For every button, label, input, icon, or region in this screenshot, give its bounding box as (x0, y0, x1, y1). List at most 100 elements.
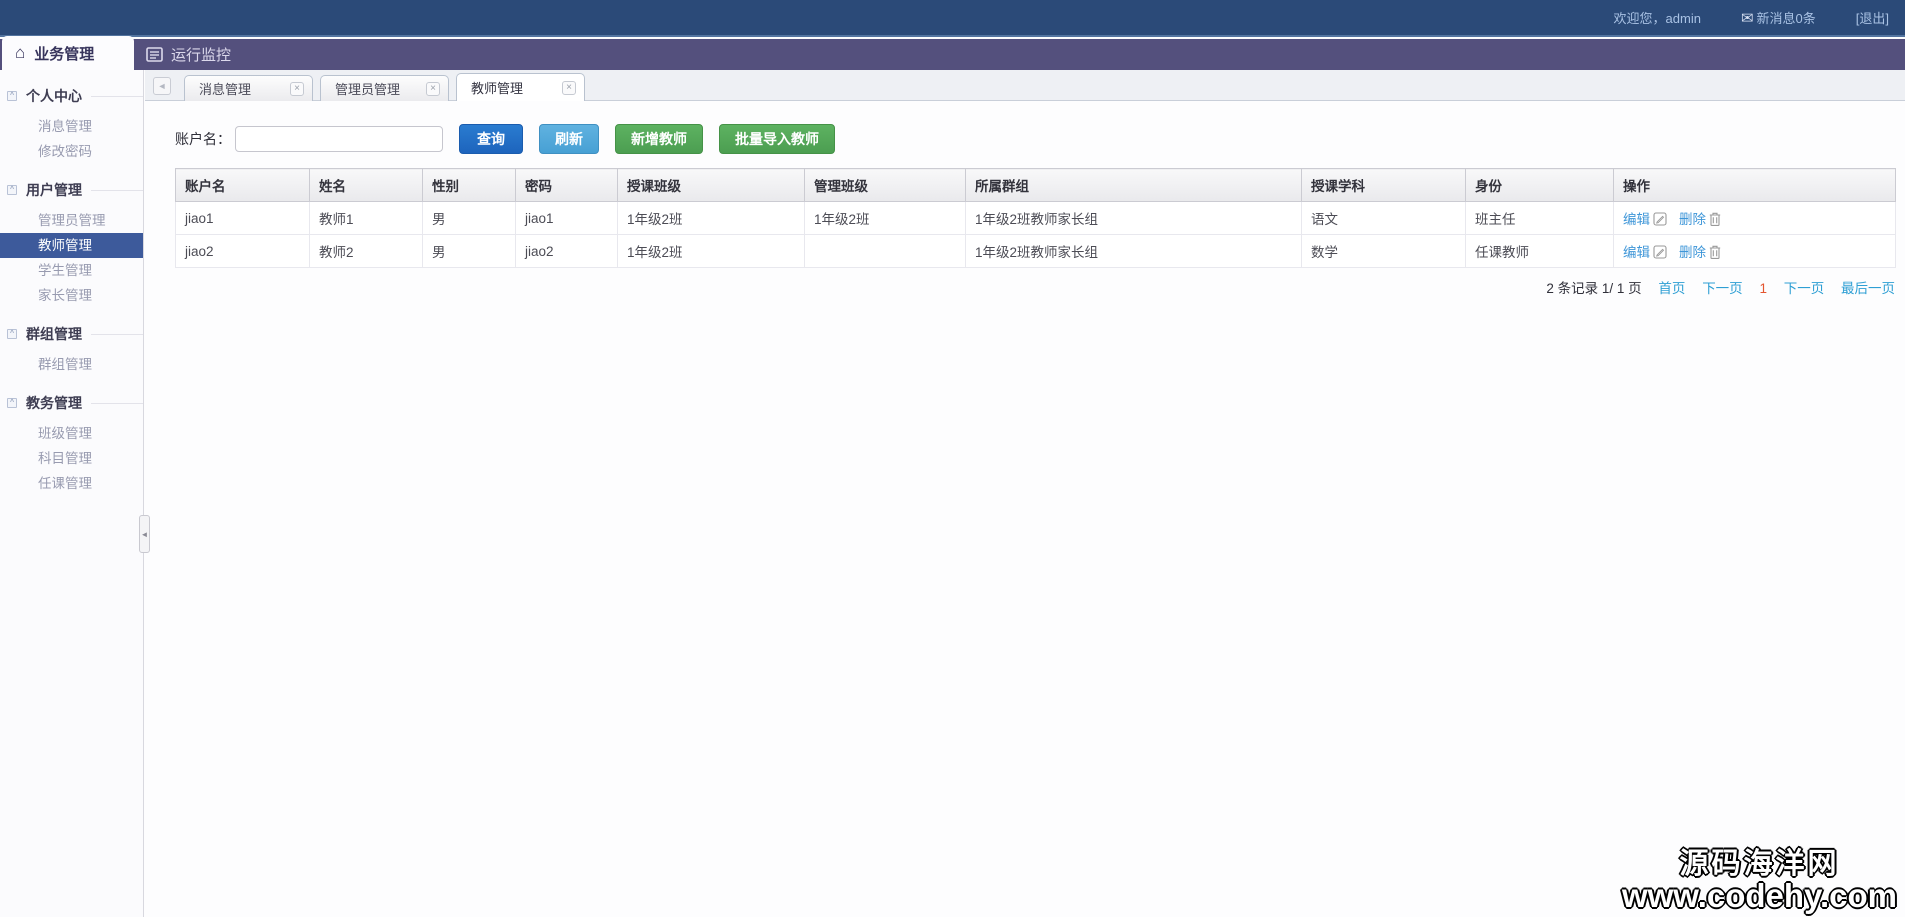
pagination-first[interactable]: 首页 (1658, 281, 1685, 296)
column-header: 账户名 (176, 169, 310, 202)
table-cell: 男 (423, 202, 516, 235)
sidebar-group-label: 个人中心 (26, 86, 82, 106)
logout-link[interactable]: [退出] (1856, 8, 1889, 27)
sidebar-item[interactable]: 学生管理 (0, 258, 143, 283)
chevron-left-icon: ◄ (141, 530, 149, 539)
table-cell: 教师2 (310, 235, 423, 268)
add-teacher-button[interactable]: 新增教师 (615, 124, 703, 154)
messages-link[interactable]: ✉ 新消息0条 (1741, 8, 1816, 27)
edit-icon[interactable] (1653, 212, 1667, 226)
sidebar-item[interactable]: 修改密码 (0, 139, 143, 164)
content-tab-label: 教师管理 (471, 78, 562, 97)
column-header: 性别 (423, 169, 516, 202)
table-row: jiao1教师1男jiao11年级2班1年级2班1年级2班教师家长组语文班主任编… (176, 202, 1896, 235)
close-icon[interactable]: × (290, 82, 304, 96)
sidebar-item[interactable]: 管理员管理 (0, 208, 143, 233)
mail-icon: ✉ (1741, 9, 1754, 27)
sidebar-group-header[interactable]: ^ 个人中心 (0, 85, 143, 107)
close-icon[interactable]: × (562, 81, 576, 95)
nav-tab-monitor[interactable]: 运行监控 (146, 39, 231, 70)
column-header: 管理班级 (805, 169, 966, 202)
record-summary: 2 条记录 1/ 1 页 (1546, 281, 1641, 296)
sidebar-item[interactable]: 科目管理 (0, 446, 143, 471)
content-tab-label: 消息管理 (199, 79, 290, 98)
delete-link[interactable]: 删除 (1679, 212, 1706, 227)
sidebar-item[interactable]: 家长管理 (0, 283, 143, 308)
table-row: jiao2教师2男jiao21年级2班1年级2班教师家长组数学任课教师编辑删除 (176, 235, 1896, 268)
nav-tab-business-label: 业务管理 (34, 43, 94, 64)
watermark: 源码海洋网 www.codehy.com (1622, 850, 1897, 913)
nav-tab-business[interactable]: ⌂ 业务管理 (2, 36, 134, 70)
table-header-row: 账户名姓名性别密码授课班级管理班级所属群组授课学科身份操作 (176, 169, 1896, 202)
monitor-icon (146, 47, 163, 62)
collapse-icon[interactable]: ^ (7, 91, 17, 101)
edit-icon[interactable] (1653, 245, 1667, 259)
sidebar-item[interactable]: 班级管理 (0, 421, 143, 446)
content-panel: 账户名： 查询 刷新 新增教师 批量导入教师 账户名姓名性别密码授课班级管理班级… (145, 101, 1905, 297)
welcome-text: 欢迎您，admin (1614, 8, 1701, 27)
trash-icon[interactable] (1709, 212, 1721, 226)
pagination: 2 条记录 1/ 1 页 首页 下一页 1 下一页 最后一页 (175, 277, 1895, 297)
divider (91, 403, 143, 404)
delete-link[interactable]: 删除 (1679, 245, 1706, 260)
sidebar-collapse-handle[interactable]: ◄ (139, 515, 150, 553)
table-cell: jiao2 (516, 235, 618, 268)
content-tabs: 消息管理×管理员管理×教师管理× (184, 72, 592, 100)
watermark-site-name: 源码海洋网 (1622, 850, 1897, 880)
actions-cell: 编辑 删除 (1614, 235, 1896, 268)
table-cell: 1年级2班教师家长组 (966, 235, 1302, 268)
column-header: 所属群组 (966, 169, 1302, 202)
content-tab[interactable]: 教师管理× (456, 73, 585, 101)
account-name-label: 账户名： (175, 129, 231, 149)
tab-scroll-left-button[interactable]: ◄ (153, 77, 171, 95)
actions-cell: 编辑 删除 (1614, 202, 1896, 235)
table-cell: 1年级2班 (805, 202, 966, 235)
content-tab[interactable]: 管理员管理× (320, 75, 449, 101)
collapse-icon[interactable]: ^ (7, 185, 17, 195)
pagination-current-page: 1 (1759, 281, 1767, 296)
sidebar-item[interactable]: 教师管理 (0, 233, 143, 258)
content-tab[interactable]: 消息管理× (184, 75, 313, 101)
collapse-icon[interactable]: ^ (7, 398, 17, 408)
table-cell: 1年级2班教师家长组 (966, 202, 1302, 235)
collapse-icon[interactable]: ^ (7, 329, 17, 339)
table-cell: 教师1 (310, 202, 423, 235)
sidebar-group-label: 用户管理 (26, 180, 82, 200)
table-cell: jiao1 (516, 202, 618, 235)
refresh-button[interactable]: 刷新 (539, 124, 599, 154)
trash-icon[interactable] (1709, 245, 1721, 259)
sidebar-group-header[interactable]: ^ 用户管理 (0, 179, 143, 201)
arrow-left-icon: ◄ (158, 81, 167, 91)
edit-link[interactable]: 编辑 (1623, 245, 1650, 260)
import-teachers-button[interactable]: 批量导入教师 (719, 124, 835, 154)
top-bar: 欢迎您，admin ✉ 新消息0条 [退出] (0, 0, 1905, 37)
column-header: 姓名 (310, 169, 423, 202)
table-cell: 语文 (1302, 202, 1466, 235)
query-button[interactable]: 查询 (459, 124, 523, 154)
close-icon[interactable]: × (426, 82, 440, 96)
table-cell: 任课教师 (1466, 235, 1614, 268)
sidebar-item[interactable]: 消息管理 (0, 114, 143, 139)
sidebar-group-label: 教务管理 (26, 393, 82, 413)
main-area: ◄ 消息管理×管理员管理×教师管理× 账户名： 查询 刷新 新增教师 批量导入教… (145, 70, 1905, 917)
content-tabstrip: ◄ 消息管理×管理员管理×教师管理× (145, 70, 1905, 101)
pagination-prev[interactable]: 下一页 (1702, 281, 1743, 296)
account-name-input[interactable] (235, 126, 443, 152)
teachers-table: 账户名姓名性别密码授课班级管理班级所属群组授课学科身份操作 jiao1教师1男j… (175, 168, 1896, 268)
app: { "topbar": { "welcome": "欢迎您，admin", "m… (0, 0, 1905, 917)
sidebar-item[interactable]: 群组管理 (0, 352, 143, 377)
sidebar-menu: ^ 个人中心消息管理修改密码 ^ 用户管理管理员管理教师管理学生管理家长管理 ^ 群组管理… (0, 70, 144, 917)
edit-link[interactable]: 编辑 (1623, 212, 1650, 227)
divider (91, 190, 143, 191)
sidebar-group-label: 群组管理 (26, 324, 82, 344)
sidebar-group-header[interactable]: ^ 群组管理 (0, 323, 143, 345)
nav-bar (0, 39, 1905, 70)
sidebar-item[interactable]: 任课管理 (0, 471, 143, 496)
table-cell: jiao2 (176, 235, 310, 268)
pagination-next[interactable]: 下一页 (1784, 281, 1825, 296)
sidebar-group-header[interactable]: ^ 教务管理 (0, 392, 143, 414)
search-toolbar: 账户名： 查询 刷新 新增教师 批量导入教师 (175, 124, 1893, 154)
table-cell: 1年级2班 (618, 235, 805, 268)
table-cell: jiao1 (176, 202, 310, 235)
pagination-last[interactable]: 最后一页 (1841, 281, 1895, 296)
